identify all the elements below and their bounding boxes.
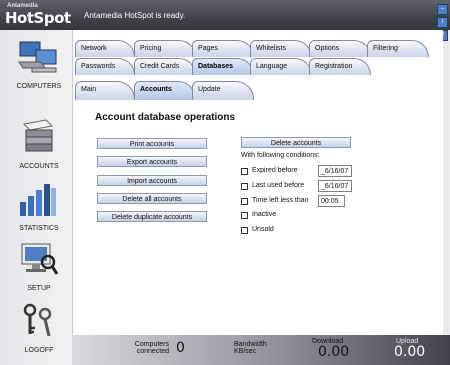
last-used-label: Last used before — [252, 182, 305, 189]
tab-pricing[interactable]: Pricing — [134, 40, 196, 57]
status-footer: Computers connected 0 Bandwidth KB/sec D… — [72, 335, 450, 365]
sidebar-item-statistics[interactable]: STATISTICS — [0, 178, 78, 238]
bandwidth-label: Bandwidth KB/sec — [234, 341, 267, 355]
tab-main[interactable]: Main — [75, 81, 135, 100]
conditions-label: With following conditions: — [241, 152, 320, 159]
computers-label-line1: Computers — [134, 341, 169, 348]
brand-logo: HotSpot — [5, 9, 71, 27]
time-left-checkbox[interactable] — [241, 198, 248, 205]
upload-value: 0.00 — [394, 344, 426, 360]
expired-date-field[interactable]: _6/16/07 — [318, 165, 352, 177]
page-title: Account database operations — [95, 112, 236, 123]
computers-icon — [18, 41, 57, 73]
expired-label: Expired before — [252, 167, 298, 174]
last-used-date-field[interactable]: _6/16/07 — [318, 180, 352, 192]
computers-connected-count: 0 — [176, 340, 185, 356]
tab-options[interactable]: Options — [309, 40, 371, 57]
sidebar-item-label: ACCOUNTS — [19, 163, 59, 170]
time-left-label: Time left less than — [252, 197, 309, 204]
sidebar: COMPUTERS ACCOUNTS STATISTICS SETUP LOGO… — [0, 30, 78, 365]
tab-update[interactable]: Update — [192, 81, 254, 100]
delete-duplicate-accounts-button[interactable]: Delete duplicate accounts — [97, 211, 207, 222]
sidebar-item-label: SETUP — [27, 285, 51, 292]
accounts-icon — [22, 119, 54, 152]
delete-all-accounts-button[interactable]: Delete all accounts — [97, 193, 207, 204]
tab-language[interactable]: Language — [250, 58, 312, 75]
unsold-label: Unsold — [252, 226, 274, 233]
tab-passwords[interactable]: Passwords — [75, 58, 135, 75]
expired-checkbox[interactable] — [241, 168, 248, 175]
sidebar-item-accounts[interactable]: ACCOUNTS — [0, 116, 78, 176]
delete-accounts-button[interactable]: Delete accounts — [241, 137, 351, 148]
app-window: Antamedia HotSpot Antamedia HotSpot is r… — [0, 0, 450, 365]
tab-pages[interactable]: Pages — [192, 40, 254, 57]
main-panel: Network Pricing Pages Whitelists Options… — [72, 30, 443, 335]
tab-whitelists[interactable]: Whitelists — [250, 40, 312, 57]
tab-network[interactable]: Network — [75, 40, 135, 57]
inactive-checkbox[interactable] — [241, 212, 248, 219]
import-accounts-button[interactable]: Import accounts — [97, 175, 207, 186]
sidebar-item-label: LOGOFF — [24, 347, 54, 354]
title-bar: Antamedia HotSpot Antamedia HotSpot is r… — [0, 0, 450, 41]
status-text: Antamedia HotSpot is ready. — [84, 11, 186, 20]
last-used-checkbox[interactable] — [241, 183, 248, 190]
sidebar-item-computers[interactable]: COMPUTERS — [0, 36, 78, 96]
minimize-icon[interactable]: – — [437, 4, 448, 15]
bandwidth-label-line2: KB/sec — [234, 348, 257, 355]
setup-icon — [21, 243, 58, 275]
computers-label-line2: connected — [136, 348, 169, 355]
sidebar-item-label: STATISTICS — [19, 225, 59, 232]
sidebar-item-label: COMPUTERS — [16, 83, 62, 90]
print-accounts-button[interactable]: Print accounts — [97, 138, 207, 149]
download-value: 0.00 — [318, 344, 350, 360]
unsold-checkbox[interactable] — [241, 227, 248, 234]
logoff-icon — [23, 303, 52, 337]
tab-accounts[interactable]: Accounts — [134, 81, 196, 100]
computers-connected-label: Computers connected — [134, 341, 169, 355]
export-accounts-button[interactable]: Export accounts — [97, 156, 207, 167]
statistics-icon — [20, 184, 56, 216]
sidebar-item-logoff[interactable]: LOGOFF — [0, 300, 78, 360]
inactive-label: Inactive — [252, 211, 277, 218]
time-left-field[interactable]: 00:05 — [318, 195, 345, 207]
tab-registration[interactable]: Registration — [309, 58, 371, 75]
sidebar-item-setup[interactable]: SETUP — [0, 238, 78, 298]
tab-credit-cards[interactable]: Credit Cards — [134, 58, 196, 75]
bandwidth-label-line1: Bandwidth — [234, 341, 267, 348]
tab-filtering[interactable]: Filtering — [367, 40, 429, 57]
tab-databases[interactable]: Databases — [192, 58, 254, 75]
info-icon[interactable]: i — [437, 17, 448, 28]
